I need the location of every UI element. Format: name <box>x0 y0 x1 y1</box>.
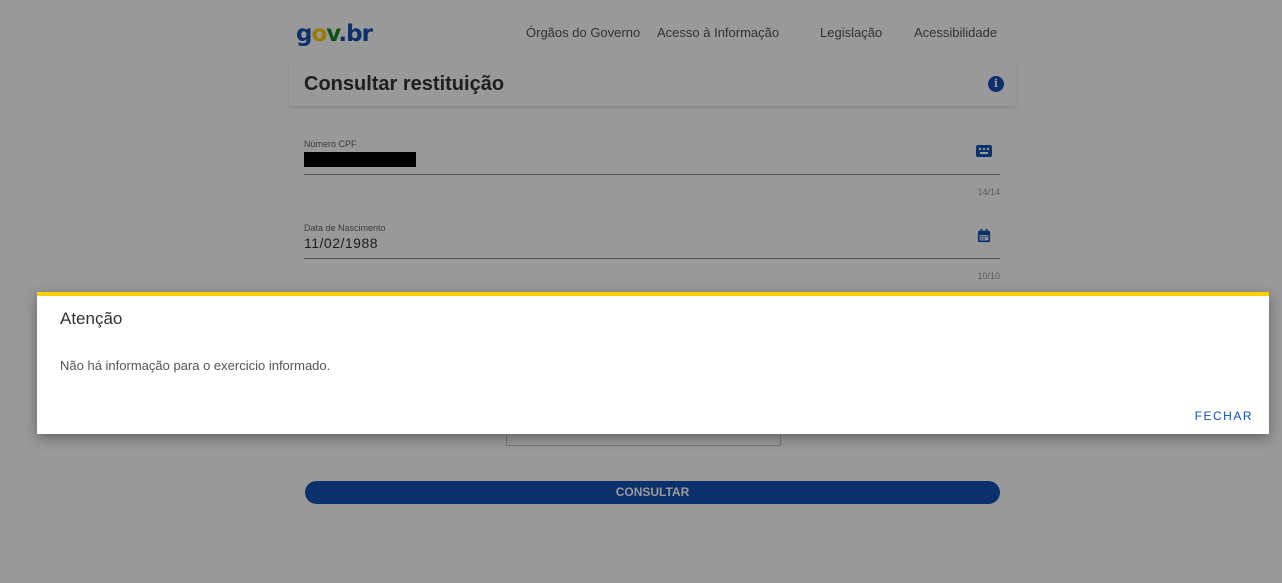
dialog-title: Atenção <box>60 309 123 328</box>
alert-dialog: Atenção Não há informação para o exercic… <box>37 292 1269 434</box>
page: gov.br Órgãos do Governo Acesso à Inform… <box>0 0 1282 583</box>
close-button[interactable]: FECHAR <box>1195 409 1253 423</box>
dialog-message: Não há informação para o exercicio infor… <box>60 358 331 373</box>
